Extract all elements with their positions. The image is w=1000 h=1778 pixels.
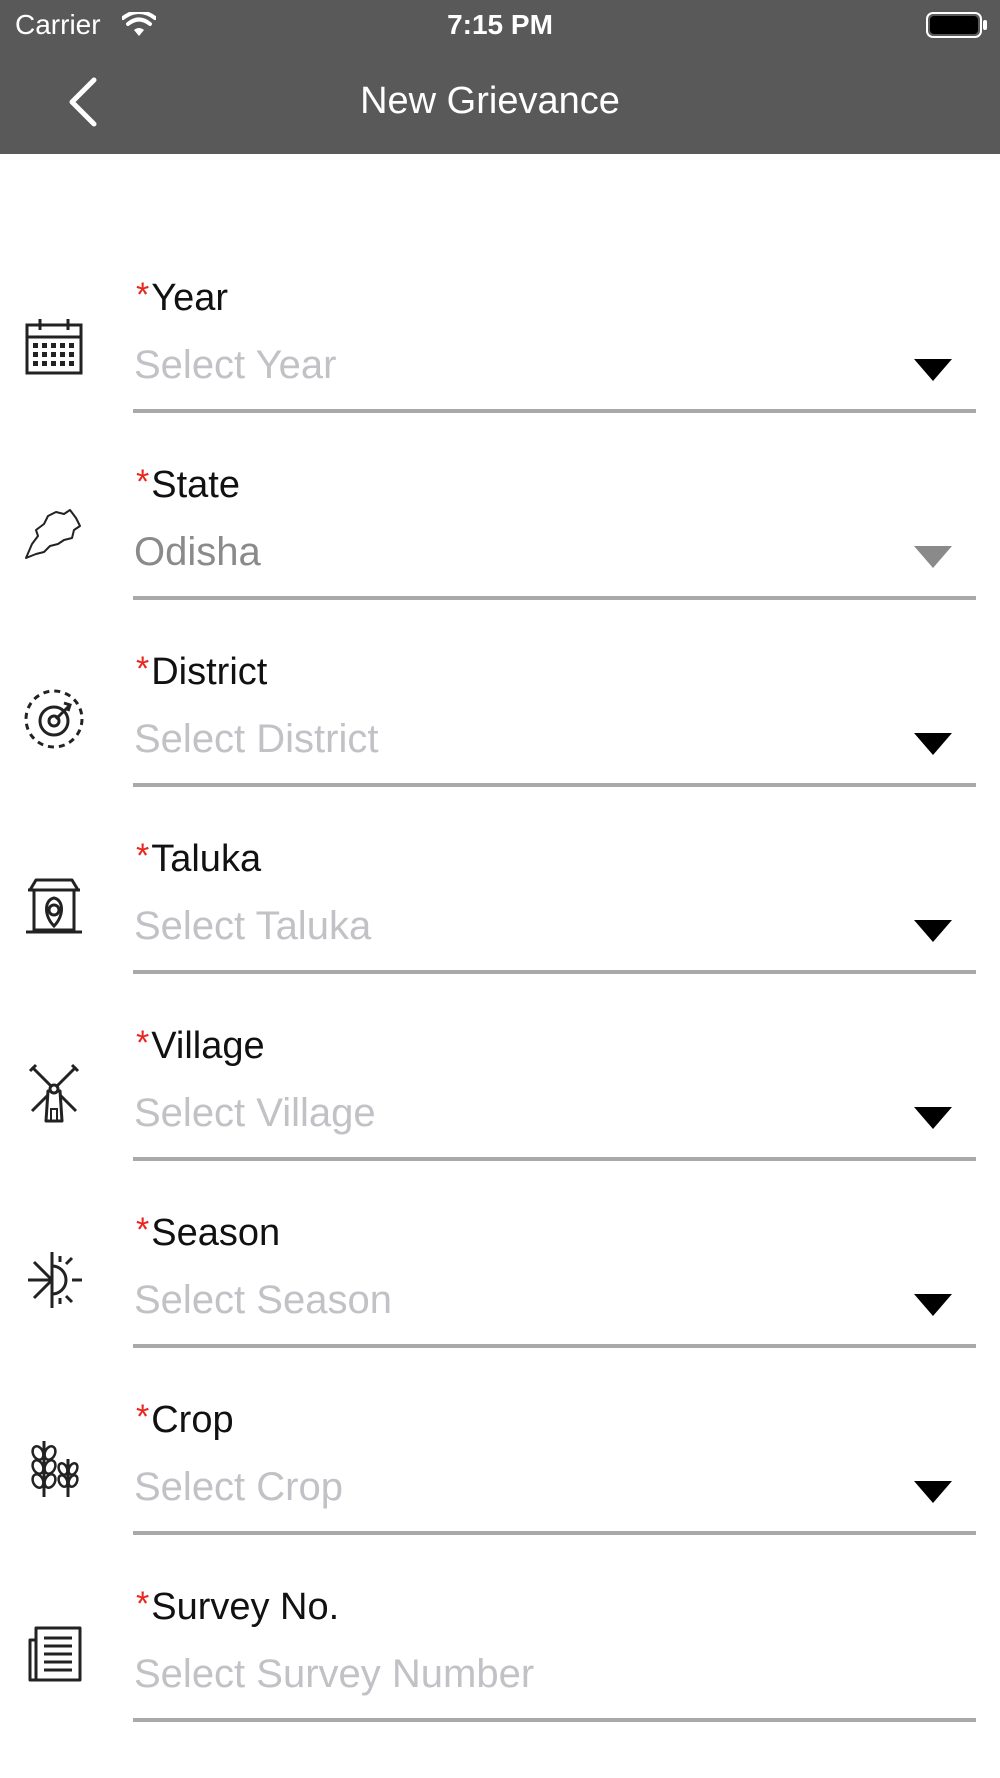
village-underline	[133, 1157, 976, 1161]
status-bar: Carrier 7:15 PM	[0, 0, 1000, 50]
season-dropdown[interactable]: Select Season	[134, 1278, 392, 1323]
survey-document-icon	[28, 1626, 82, 1682]
required-marker: *	[136, 1585, 150, 1623]
year-label-text: Year	[151, 277, 229, 319]
season-label-text: Season	[151, 1212, 281, 1254]
form-row-state: *State Odisha	[0, 442, 1000, 629]
district-dropdown[interactable]: Select District	[134, 717, 379, 762]
page-title: New Grievance	[360, 80, 620, 122]
windmill-icon	[28, 1063, 80, 1123]
season-sun-snow-icon	[28, 1252, 82, 1308]
state-label-text: State	[151, 464, 240, 506]
survey-underline	[133, 1718, 976, 1722]
district-label-text: District	[151, 651, 268, 693]
form-row-season: *Season Select Season	[0, 1190, 1000, 1377]
wheat-crop-icon	[31, 1441, 79, 1497]
crop-underline	[133, 1531, 976, 1535]
district-label: *District	[136, 650, 268, 694]
district-target-icon	[24, 689, 84, 749]
required-marker: *	[136, 1024, 150, 1062]
state-map-icon	[25, 509, 81, 559]
form-row-taluka: *Taluka Select Taluka	[0, 816, 1000, 1003]
required-marker: *	[136, 1211, 150, 1249]
form-row-village: *Village Select Village	[0, 1003, 1000, 1190]
required-marker: *	[136, 276, 150, 314]
season-label: *Season	[136, 1211, 281, 1255]
survey-number-input[interactable]: Select Survey Number	[134, 1652, 534, 1697]
required-marker: *	[136, 1398, 150, 1436]
survey-label: *Survey No.	[136, 1585, 340, 1629]
status-time: 7:15 PM	[447, 9, 553, 40]
crop-dropdown[interactable]: Select Crop	[134, 1465, 343, 1510]
crop-label-text: Crop	[151, 1399, 234, 1441]
taluka-label-text: Taluka	[151, 838, 262, 880]
required-marker: *	[136, 463, 150, 501]
chevron-down-icon[interactable]	[914, 1481, 952, 1503]
chevron-down-icon[interactable]	[914, 733, 952, 755]
battery-icon	[926, 12, 987, 38]
chevron-down-icon[interactable]	[914, 546, 952, 568]
survey-label-text: Survey No.	[151, 1586, 340, 1628]
chevron-down-icon[interactable]	[914, 1294, 952, 1316]
required-marker: *	[136, 837, 150, 875]
season-underline	[133, 1344, 976, 1348]
village-label-text: Village	[151, 1025, 265, 1067]
taluka-building-icon	[26, 878, 82, 934]
chevron-down-icon[interactable]	[914, 1107, 952, 1129]
form-row-survey: *Survey No. Select Survey Number	[0, 1564, 1000, 1751]
form-row-crop: *Crop Select Crop	[0, 1377, 1000, 1564]
taluka-dropdown[interactable]: Select Taluka	[134, 904, 371, 949]
calendar-icon	[25, 319, 83, 375]
state-label: *State	[136, 463, 240, 507]
taluka-underline	[133, 970, 976, 974]
year-underline	[133, 409, 976, 413]
chevron-down-icon[interactable]	[914, 359, 952, 381]
chevron-down-icon[interactable]	[914, 920, 952, 942]
village-label: *Village	[136, 1024, 265, 1068]
form-row-district: *District Select District	[0, 629, 1000, 816]
state-dropdown[interactable]: Odisha	[134, 530, 261, 575]
village-dropdown[interactable]: Select Village	[134, 1091, 376, 1136]
state-underline	[133, 596, 976, 600]
crop-label: *Crop	[136, 1398, 234, 1442]
year-label: *Year	[136, 276, 229, 320]
taluka-label: *Taluka	[136, 837, 262, 881]
form-row-year: *Year Select Year	[0, 255, 1000, 442]
navigation-bar: New Grievance	[0, 50, 1000, 154]
year-dropdown[interactable]: Select Year	[134, 343, 336, 388]
required-marker: *	[136, 650, 150, 688]
district-underline	[133, 783, 976, 787]
